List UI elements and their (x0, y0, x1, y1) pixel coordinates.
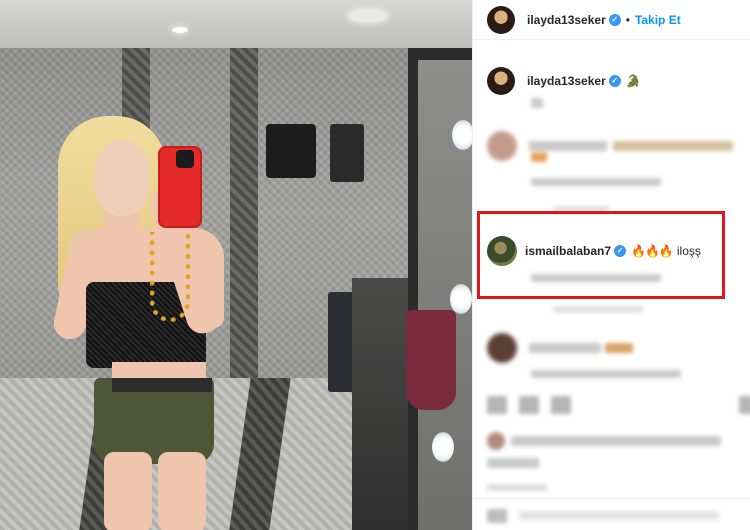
verified-badge-icon: ✓ (608, 75, 621, 87)
person-leg (158, 452, 206, 530)
ceiling-vent (348, 10, 388, 22)
blurred-text (613, 141, 733, 151)
blurred-avatar (487, 333, 517, 363)
likes-row (487, 458, 539, 468)
avatar[interactable] (487, 67, 515, 95)
blurred-text (529, 343, 601, 353)
add-comment-input[interactable] (519, 511, 719, 520)
person-face (94, 140, 150, 216)
highlight-box (477, 211, 725, 299)
ceiling-light (172, 27, 188, 33)
person-leg (104, 452, 152, 530)
blurred-text (531, 370, 681, 378)
likes-row (487, 432, 721, 450)
verified-badge-icon: ✓ (608, 13, 621, 26)
wall-tile-stripe (230, 48, 258, 388)
bookmark-icon[interactable] (739, 396, 750, 414)
add-comment-bar (473, 498, 750, 530)
blurred-avatar (487, 131, 517, 161)
comment-meta (531, 370, 681, 378)
person-belt (112, 378, 212, 392)
caption-blurred-line (531, 98, 543, 108)
caption-row: ilayda13seker ✓ 🐊 (487, 67, 641, 95)
necklace (150, 232, 190, 322)
caption-username[interactable]: ilayda13seker (527, 74, 606, 88)
blurred-text (531, 178, 661, 186)
blurred-text (605, 343, 633, 353)
towel (406, 310, 456, 410)
mirror-bulb (450, 284, 472, 314)
view-replies (553, 306, 643, 313)
action-bar (487, 396, 750, 414)
blurred-text (487, 484, 547, 491)
crocodile-emoji: 🐊 (625, 74, 641, 88)
comment-row (487, 131, 733, 161)
blurred-text (553, 306, 643, 313)
wall-holder (330, 124, 364, 182)
phone-camera (176, 150, 194, 168)
comment-meta (531, 178, 661, 186)
emoji-icon[interactable] (487, 509, 507, 523)
blurred-text (531, 152, 547, 162)
comment-icon[interactable] (519, 396, 539, 414)
blurred-avatar (487, 432, 505, 450)
avatar[interactable] (487, 5, 515, 34)
separator-dot: • (625, 12, 630, 27)
mirror-bulb (432, 432, 454, 462)
blurred-text (531, 98, 543, 108)
mirror-bulb (452, 120, 472, 150)
blurred-text (529, 141, 607, 151)
ceiling (0, 0, 472, 48)
blurred-text (487, 458, 539, 468)
blurred-text (511, 436, 721, 446)
header-username[interactable]: ilayda13seker (527, 13, 606, 27)
timestamp-row (487, 484, 547, 491)
like-icon[interactable] (487, 396, 507, 414)
comment-blurred-line (531, 152, 547, 162)
share-icon[interactable] (551, 396, 571, 414)
post-header: ilayda13seker ✓ • Takip Et (473, 0, 750, 40)
follow-button[interactable]: Takip Et (635, 13, 681, 27)
post-photo (0, 0, 472, 530)
comment-row (487, 333, 633, 363)
wall-decor (266, 124, 316, 178)
